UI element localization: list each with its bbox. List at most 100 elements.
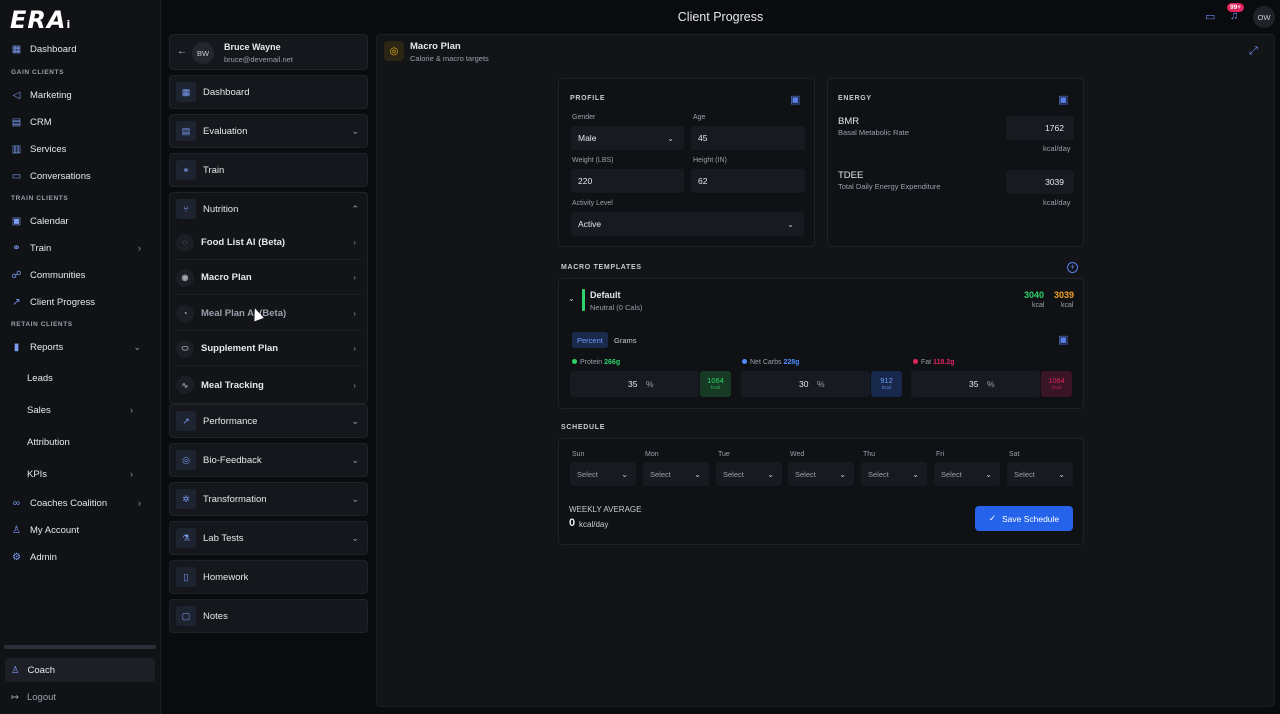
menu-evaluation[interactable]: ▤ Evaluation ⌄ [169,114,368,148]
menu-bio-feedback[interactable]: ◎ Bio-Feedback ⌄ [169,443,368,477]
weekly-average-label: WEEKLY AVERAGE [569,505,642,514]
app-root: ERAi ▦ Dashboard GAIN CLIENTS ◁ Marketing … [0,0,1280,714]
age-label: Age [693,114,706,121]
menu-dashboard[interactable]: ▦ Dashboard [169,75,368,109]
coach-label: Coach [27,664,55,676]
save-schedule-button[interactable]: ✓ Save Schedule [975,506,1073,531]
top-bar: Client Progress [161,0,1280,34]
sidebar-item-crm[interactable]: ▤ CRM [0,111,161,133]
day-select-fri[interactable]: Select ⌄ [934,462,1000,486]
menu-train[interactable]: ⚭ Train [169,153,368,187]
chevron-right-icon: › [353,380,356,390]
tab-percent[interactable]: Percent [572,332,608,348]
select-placeholder: Select [723,469,744,479]
sidebar-item-leads[interactable]: Leads [0,367,161,389]
dumbbell-icon: ⚭ [176,160,196,180]
submenu-meal-tracking[interactable]: ∿ Meal Tracking › [176,368,362,402]
gear-icon: ⚙ [12,551,21,563]
day-select-tue[interactable]: Select ⌄ [716,462,782,486]
tab-grams[interactable]: Grams [609,332,642,348]
kcal-small: kcal [711,385,720,391]
day-select-wed[interactable]: Select ⌄ [788,462,854,486]
logout-button[interactable]: ↦ Logout [5,688,56,706]
tdee-unit: kcal/day [1043,198,1071,207]
sidebar-item-services[interactable]: ▥ Services [0,138,161,160]
kcal-target: 3040 [1024,290,1045,300]
save-schedule-label: Save Schedule [1001,513,1060,524]
sidebar-item-coaches-coalition[interactable]: ∞ Coaches Coalition › [0,492,161,514]
fat-percent-value: 35 [969,379,979,389]
gender-select[interactable]: Male ⌄ [571,126,684,150]
back-arrow-icon[interactable]: ← [177,46,187,57]
day-label-sat: Sat [1009,451,1020,458]
day-select-mon[interactable]: Select ⌄ [643,462,709,486]
sidebar-item-conversations[interactable]: ▭ Conversations [0,165,161,187]
save-icon[interactable]: ▣ [1058,93,1068,106]
age-input[interactable]: 45 [691,126,805,150]
menu-lab-tests[interactable]: ⚗ Lab Tests ⌄ [169,521,368,555]
sidebar-item-client-progress[interactable]: ↗ Client Progress [0,291,161,313]
protein-grams: 266g [604,359,621,366]
weight-input[interactable]: 220 [571,169,684,193]
sidebar-item-calendar[interactable]: ▣ Calendar [0,210,161,232]
menu-notes[interactable]: ▢ Notes [169,599,368,633]
schedule-label: SCHEDULE [561,424,606,431]
coach-switch[interactable]: ♙ Coach [5,658,155,682]
chevron-right-icon: › [353,309,356,318]
sidebar-item-train[interactable]: ⚭ Train › [0,237,161,259]
menu-homework[interactable]: ▯ Homework [169,560,368,594]
menu-label: Dashboard [203,86,250,98]
page-title: Client Progress [677,10,764,24]
grid-icon: ▦ [11,43,22,55]
expand-icon[interactable]: ⤢ [1249,45,1258,58]
template-name: Default [590,290,621,300]
day-select-sat[interactable]: Select ⌄ [1007,462,1073,486]
submenu-supplement-plan[interactable]: ⬭ Supplement Plan › [176,332,362,366]
fat-percent-input[interactable]: 35% [911,371,1040,397]
activity-icon: ∿ [176,376,194,394]
day-select-thu[interactable]: Select ⌄ [861,462,927,486]
sidebar-item-marketing[interactable]: ◁ Marketing [0,84,161,106]
gender-value: Male [578,133,597,143]
menu-performance[interactable]: ↗ Performance ⌄ [169,404,368,438]
user-avatar[interactable]: OW [1253,6,1275,28]
menu-transformation[interactable]: ✲ Transformation ⌄ [169,482,368,516]
submenu-food-list[interactable]: ◌ Food List AI (Beta) › [176,226,362,260]
sidebar-item-sales[interactable]: Sales › [0,399,161,421]
panel-title: Macro Plan [410,41,461,52]
save-icon[interactable]: ▣ [790,93,800,106]
sidebar-item-attribution[interactable]: Attribution [0,431,161,453]
save-icon[interactable]: ▣ [1058,333,1068,346]
day-select-sun[interactable]: Select ⌄ [570,462,636,486]
sidebar-item-my-account[interactable]: ♙ My Account [0,519,161,541]
bmr-value: 1762 [1006,116,1074,140]
day-label-thu: Thu [863,451,876,458]
activity-select[interactable]: Active ⌄ [571,212,804,236]
biofeedback-icon: ◎ [176,450,196,470]
sidebar-item-reports[interactable]: ▮ Reports ⌄ [0,336,161,358]
height-input[interactable]: 62 [691,169,805,193]
add-template-icon[interactable]: + [1067,262,1078,273]
client-name: Bruce Wayne [224,42,281,52]
tdee-title: TDEE [838,170,864,181]
menu-nutrition[interactable]: ⑂ Nutrition ⌃ [169,192,368,226]
carbs-percent-input[interactable]: 30% [741,371,870,397]
sidebar-item-communities[interactable]: ☍ Communities [0,264,161,286]
tdee-subtitle: Total Daily Energy Expenditure [838,182,941,191]
submenu-macro-plan[interactable]: ◉ Macro Plan › [176,261,362,295]
gender-label: Gender [572,114,596,121]
submenu-meal-plan[interactable]: ◔ Meal Plan AI (Beta) › [176,297,362,331]
sidebar-item-kpis[interactable]: KPIs › [0,463,161,485]
chat-icon[interactable]: ▭ [1205,10,1215,23]
chevron-down-icon[interactable]: ⌄ [568,294,575,303]
chevron-down-icon: ⌄ [839,469,846,479]
protein-percent-input[interactable]: 35% [570,371,699,397]
sidebar-scrollbar[interactable] [4,645,156,649]
note-icon: ▢ [176,606,196,626]
client-email: bruce@devemail.net [224,55,293,64]
section-retain-clients: RETAIN CLIENTS [11,321,73,328]
transformation-icon: ✲ [176,489,196,509]
communities-icon: ☍ [11,269,22,281]
sidebar-item-dashboard[interactable]: ▦ Dashboard [0,38,161,60]
sidebar-item-admin[interactable]: ⚙ Admin [0,546,161,568]
